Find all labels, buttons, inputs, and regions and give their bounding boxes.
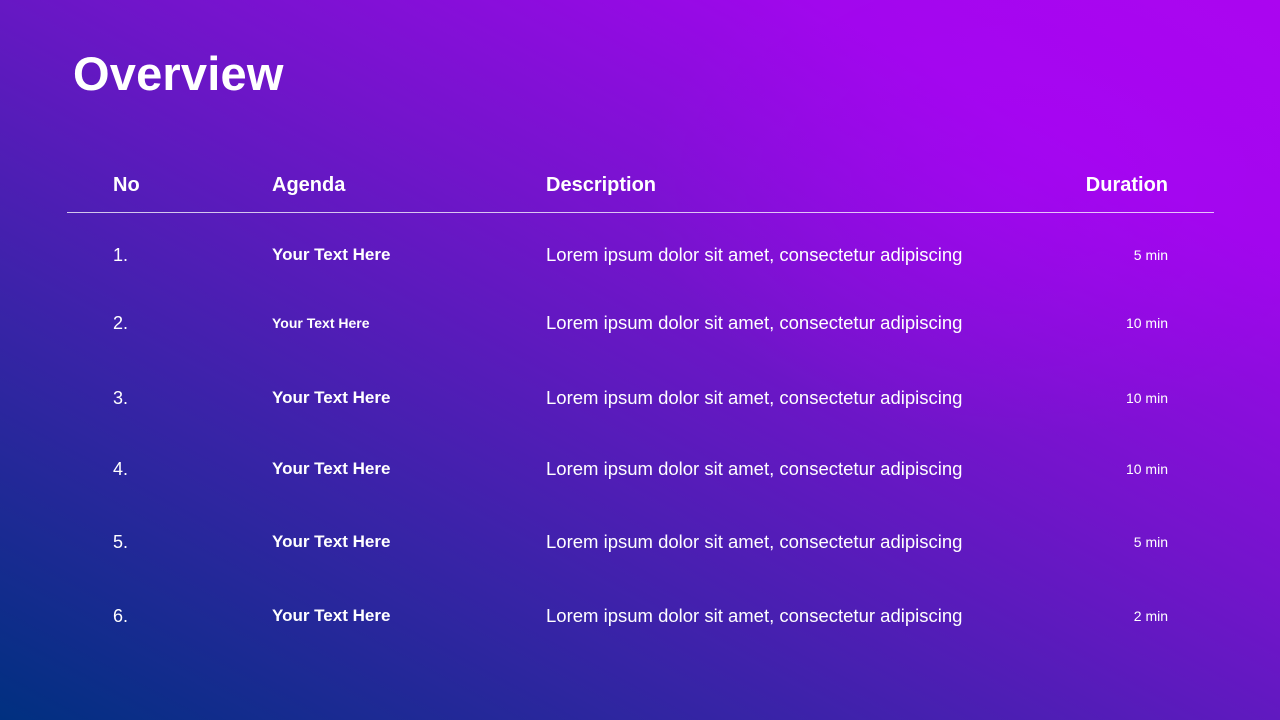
row-number: 5. xyxy=(113,532,129,552)
row-duration: 10 min xyxy=(1125,461,1168,477)
table-row: 6. Your Text Here Lorem ipsum dolor sit … xyxy=(0,601,1280,631)
row-description: Lorem ipsum dolor sit amet, consectetur … xyxy=(546,458,963,479)
row-description: Lorem ipsum dolor sit amet, consectetur … xyxy=(546,531,963,552)
row-agenda: Your Text Here xyxy=(272,606,391,625)
row-agenda: Your Text Here xyxy=(272,245,391,264)
row-agenda: Your Text Here xyxy=(272,532,391,551)
row-number: 3. xyxy=(113,388,129,408)
row-number: 6. xyxy=(113,606,129,626)
table-row: 1. Your Text Here Lorem ipsum dolor sit … xyxy=(0,240,1280,270)
row-description: Lorem ipsum dolor sit amet, consectetur … xyxy=(546,605,963,626)
table-row: 2. Your Text Here Lorem ipsum dolor sit … xyxy=(0,308,1280,338)
row-duration: 10 min xyxy=(1125,315,1168,331)
header-no: No xyxy=(113,174,140,196)
row-duration: 10 min xyxy=(1125,390,1168,406)
row-agenda: Your Text Here xyxy=(272,388,391,407)
row-agenda: Your Text Here xyxy=(272,315,370,331)
row-number: 2. xyxy=(113,313,129,333)
row-description: Lorem ipsum dolor sit amet, consectetur … xyxy=(546,312,963,333)
table-row: 5. Your Text Here Lorem ipsum dolor sit … xyxy=(0,527,1280,557)
table-row: 4. Your Text Here Lorem ipsum dolor sit … xyxy=(0,454,1280,484)
row-agenda: Your Text Here xyxy=(272,459,391,478)
header-duration: Duration xyxy=(1085,174,1168,196)
slide-title: Overview xyxy=(73,47,284,100)
row-number: 4. xyxy=(113,459,129,479)
header-agenda: Agenda xyxy=(272,174,346,196)
header-description: Description xyxy=(546,174,657,196)
row-duration: 5 min xyxy=(1133,534,1168,550)
row-number: 1. xyxy=(113,245,129,265)
slide-canvas: Overview No Agenda Description Duration … xyxy=(0,0,1280,720)
row-duration: 2 min xyxy=(1133,608,1168,624)
row-description: Lorem ipsum dolor sit amet, consectetur … xyxy=(546,387,963,408)
table-header: No Agenda Description Duration xyxy=(0,170,1280,200)
header-divider xyxy=(67,212,1214,213)
table-row: 3. Your Text Here Lorem ipsum dolor sit … xyxy=(0,383,1280,413)
background-glow xyxy=(640,0,1280,440)
row-description: Lorem ipsum dolor sit amet, consectetur … xyxy=(546,244,963,265)
row-duration: 5 min xyxy=(1133,247,1168,263)
